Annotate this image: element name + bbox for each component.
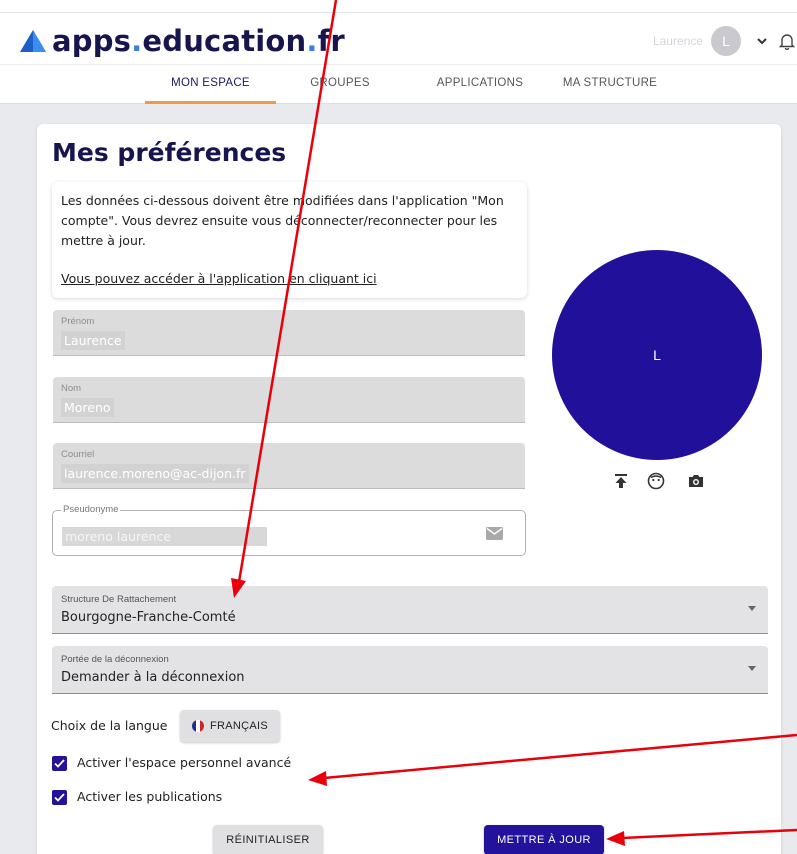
- app-logo[interactable]: apps.education.fr: [18, 24, 345, 58]
- nom-label: Nom: [61, 383, 82, 394]
- checkmark-icon: [54, 793, 65, 802]
- nom-value: Moreno: [61, 398, 114, 417]
- french-flag-icon: [191, 720, 204, 732]
- preferences-card: Mes préférences Les données ci-dessous d…: [37, 124, 781, 854]
- user-menu[interactable]: Laurence L: [653, 26, 797, 56]
- language-button-label: FRANÇAIS: [209, 720, 269, 732]
- courriel-value: laurence.moreno@ac-dijon.fr: [61, 464, 249, 483]
- tab-mon-espace[interactable]: MON ESPACE: [145, 65, 276, 104]
- update-button[interactable]: METTRE À JOUR: [484, 825, 604, 854]
- advanced-space-checkbox[interactable]: [52, 756, 67, 771]
- app-header: apps.education.fr Laurence L MON ESPACE …: [0, 0, 797, 104]
- face-icon[interactable]: [647, 472, 665, 490]
- info-message: Les données ci-dessous doivent être modi…: [61, 193, 504, 248]
- deconnexion-value: Demander à la déconnexion: [61, 670, 245, 685]
- user-avatar[interactable]: L: [711, 26, 741, 56]
- publications-checkbox[interactable]: [52, 790, 67, 805]
- page-title: Mes préférences: [52, 138, 287, 167]
- structure-select[interactable]: Structure De Rattachement Bourgogne-Fran…: [52, 586, 768, 634]
- structure-value: Bourgogne-Franche-Comté: [61, 610, 236, 625]
- logo-mark-icon: [20, 30, 46, 52]
- pseudonyme-field[interactable]: Pseudonyme moreno laurence: [52, 504, 526, 556]
- checkmark-icon: [54, 759, 65, 768]
- courriel-field: Courriel laurence.moreno@ac-dijon.fr: [53, 443, 525, 489]
- tab-groupes[interactable]: GROUPES: [300, 65, 380, 104]
- pseudonyme-value[interactable]: moreno laurence: [62, 527, 267, 546]
- tab-ma-structure[interactable]: MA STRUCTURE: [555, 65, 665, 104]
- pseudonyme-label: Pseudonyme: [61, 504, 121, 515]
- structure-label: Structure De Rattachement: [61, 594, 177, 605]
- account-app-link[interactable]: Vous pouvez accéder à l'application en c…: [61, 269, 518, 289]
- deconnexion-select[interactable]: Portée de la déconnexion Demander à la d…: [52, 646, 768, 694]
- profile-avatar: L: [552, 250, 762, 460]
- nom-field: Nom Moreno: [53, 377, 525, 423]
- tab-applications[interactable]: APPLICATIONS: [425, 65, 535, 104]
- mail-icon: [486, 527, 503, 540]
- prenom-value: Laurence: [61, 331, 125, 350]
- header-divider: [0, 12, 797, 13]
- bell-icon[interactable]: [779, 32, 795, 50]
- prenom-field: Prénom Laurence: [53, 310, 525, 356]
- reset-button[interactable]: RÉINITIALISER: [213, 825, 323, 854]
- publications-label[interactable]: Activer les publications: [77, 789, 222, 804]
- logo-text: apps.education.fr: [52, 24, 345, 58]
- advanced-space-label[interactable]: Activer l'espace personnel avancé: [77, 755, 291, 770]
- dropdown-caret-icon: [748, 606, 756, 611]
- courriel-label: Courriel: [61, 449, 95, 460]
- dropdown-caret-icon: [748, 666, 756, 671]
- info-box: Les données ci-dessous doivent être modi…: [52, 182, 527, 298]
- language-label: Choix de la langue: [51, 718, 168, 733]
- upload-icon[interactable]: [612, 472, 630, 490]
- language-button[interactable]: FRANÇAIS: [180, 710, 280, 742]
- user-name: Laurence: [652, 34, 703, 48]
- main-tabs: MON ESPACE GROUPES APPLICATIONS MA STRUC…: [0, 65, 797, 104]
- prenom-label: Prénom: [61, 316, 95, 327]
- chevron-down-icon[interactable]: [755, 34, 769, 48]
- deconnexion-label: Portée de la déconnexion: [61, 654, 169, 665]
- camera-icon[interactable]: [687, 472, 705, 490]
